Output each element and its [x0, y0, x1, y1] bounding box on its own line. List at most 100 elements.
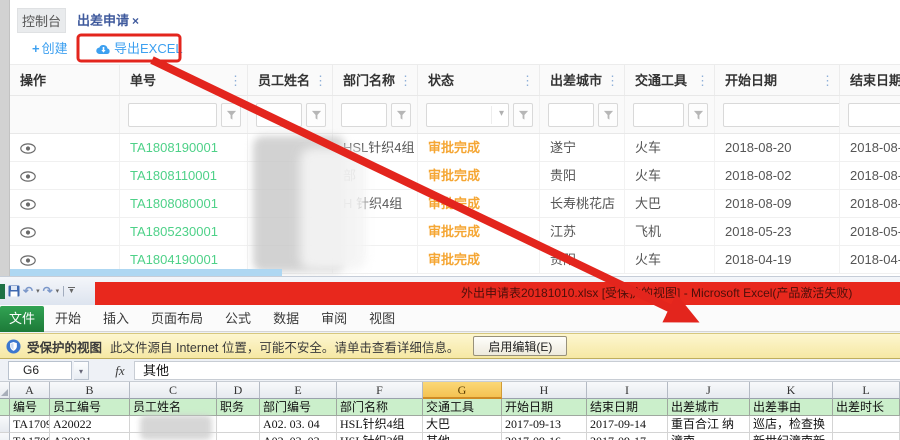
view-eye-icon[interactable] — [20, 143, 36, 154]
sheet-cell[interactable]: 潼南 — [668, 433, 750, 440]
sheet-cell[interactable]: 2017-09-13 — [502, 416, 587, 433]
filter-input-start[interactable] — [723, 103, 840, 127]
filter-input-order[interactable] — [128, 103, 217, 127]
sheet-cell[interactable]: 其他 — [423, 433, 502, 440]
sheet-cell[interactable]: HSL针织4组 — [337, 416, 423, 433]
sheet-header-cell[interactable]: 结束日期 — [587, 399, 668, 416]
column-letter-B[interactable]: B — [50, 382, 130, 399]
column-letter-A[interactable]: A — [10, 382, 50, 399]
sheet-cell[interactable]: HSL针织3组 — [337, 433, 423, 440]
sheet-header-cell[interactable]: 交通工具 — [423, 399, 502, 416]
sheet-header-cell[interactable]: 部门名称 — [337, 399, 423, 416]
filter-funnel-button[interactable] — [688, 103, 708, 127]
filter-funnel-button[interactable] — [391, 103, 411, 127]
ribbon-tab-页面布局[interactable]: 页面布局 — [140, 305, 214, 332]
sheet-cell[interactable]: 2017-09-17 — [587, 433, 668, 440]
filter-input-transport[interactable] — [633, 103, 684, 127]
sheet-cell[interactable] — [130, 416, 217, 433]
sheet-header-cell[interactable]: 开始日期 — [502, 399, 587, 416]
view-eye-icon[interactable] — [20, 199, 36, 210]
column-letter-G[interactable]: G — [423, 382, 502, 399]
sheet-cell[interactable]: 2017-09-16 — [502, 433, 587, 440]
undo-dropdown-icon[interactable]: ▾ — [36, 287, 40, 295]
sheet-header-cell[interactable]: 员工编号 — [50, 399, 130, 416]
column-menu-icon[interactable]: ⋮ — [521, 74, 534, 87]
sheet-cell[interactable]: A20022 — [50, 416, 130, 433]
ribbon-tab-公式[interactable]: 公式 — [214, 305, 262, 332]
filter-funnel-button[interactable] — [513, 103, 533, 127]
filter-funnel-button[interactable] — [598, 103, 618, 127]
column-letter-D[interactable]: D — [217, 382, 260, 399]
sheet-cell[interactable]: A20021 — [50, 433, 130, 440]
order-number-link[interactable]: TA1804190001 — [130, 252, 218, 267]
order-number-link[interactable]: TA1805230001 — [130, 224, 218, 239]
column-letter-H[interactable]: H — [502, 382, 587, 399]
formula-input[interactable]: 其他 — [134, 361, 900, 380]
sheet-header-cell[interactable]: 职务 — [217, 399, 260, 416]
ribbon-tab-开始[interactable]: 开始 — [44, 305, 92, 332]
order-number-link[interactable]: TA1808190001 — [130, 140, 218, 155]
filter-input-name[interactable] — [256, 103, 302, 127]
customize-qat-button[interactable]: ▼ — [68, 287, 75, 295]
column-letter-E[interactable]: E — [260, 382, 337, 399]
name-box-dropdown-icon[interactable]: ▾ — [74, 361, 89, 380]
column-letter-I[interactable]: I — [587, 382, 668, 399]
column-letter-C[interactable]: C — [130, 382, 217, 399]
ribbon-tab-file[interactable]: 文件 — [0, 306, 44, 332]
column-menu-icon[interactable]: ⋮ — [229, 74, 242, 87]
column-menu-icon[interactable]: ⋮ — [821, 74, 834, 87]
column-letter-L[interactable]: L — [833, 382, 900, 399]
view-eye-icon[interactable] — [20, 255, 36, 266]
sheet-cell[interactable] — [833, 416, 900, 433]
row-header[interactable] — [0, 433, 10, 440]
name-box[interactable]: G6 — [8, 361, 72, 380]
sheet-header-cell[interactable]: 出差城市 — [668, 399, 750, 416]
filter-funnel-button[interactable] — [221, 103, 241, 127]
sheet-cell[interactable]: 巡店，检查换 — [750, 416, 833, 433]
tab-close-icon[interactable]: × — [132, 14, 139, 28]
row-header[interactable] — [0, 399, 10, 416]
sheet-cell[interactable] — [217, 416, 260, 433]
sheet-cell[interactable]: 2017-09-14 — [587, 416, 668, 433]
enable-editing-button[interactable]: 启用编辑(E) — [473, 336, 567, 356]
sheet-header-cell[interactable]: 部门编号 — [260, 399, 337, 416]
sheet-cell[interactable]: A02. 03. 03 — [260, 433, 337, 440]
sheet-header-cell[interactable]: 编号 — [10, 399, 50, 416]
insert-function-icon[interactable]: fx — [108, 361, 132, 380]
column-menu-icon[interactable]: ⋮ — [606, 74, 619, 87]
view-eye-icon[interactable] — [20, 227, 36, 238]
sheet-header-cell[interactable]: 员工姓名 — [130, 399, 217, 416]
export-excel-button[interactable]: 导出EXCEL — [96, 33, 183, 64]
filter-select-status[interactable]: ▾ — [426, 103, 509, 127]
ribbon-tab-数据[interactable]: 数据 — [262, 305, 310, 332]
create-button[interactable]: +创建 — [32, 33, 68, 64]
row-header[interactable] — [0, 416, 10, 433]
sheet-cell[interactable]: 新世纪潼南新 — [750, 433, 833, 440]
tab-trip-request[interactable]: 出差申请× — [71, 8, 145, 33]
column-menu-icon[interactable]: ⋮ — [696, 74, 709, 87]
column-menu-icon[interactable]: ⋮ — [314, 74, 327, 87]
sheet-cell[interactable]: TA1709 — [10, 433, 50, 440]
sheet-cell[interactable]: 重百合江 纳 — [668, 416, 750, 433]
redo-button[interactable]: ↷ — [43, 281, 53, 301]
redo-dropdown-icon[interactable]: ▾ — [56, 287, 60, 295]
select-all-corner[interactable] — [0, 382, 10, 399]
filter-input-end[interactable] — [848, 103, 900, 127]
column-letter-F[interactable]: F — [337, 382, 423, 399]
order-number-link[interactable]: TA1808080001 — [130, 196, 218, 211]
column-letter-K[interactable]: K — [750, 382, 833, 399]
sheet-cell[interactable] — [217, 433, 260, 440]
save-icon[interactable] — [8, 285, 20, 297]
sheet-cell[interactable] — [833, 433, 900, 440]
filter-input-city[interactable] — [548, 103, 594, 127]
view-eye-icon[interactable] — [20, 171, 36, 182]
filter-funnel-button[interactable] — [306, 103, 326, 127]
ribbon-tab-插入[interactable]: 插入 — [92, 305, 140, 332]
ribbon-tab-审阅[interactable]: 审阅 — [310, 305, 358, 332]
column-letter-J[interactable]: J — [668, 382, 750, 399]
tab-console[interactable]: 控制台 — [17, 8, 66, 33]
sheet-header-cell[interactable]: 出差事由 — [750, 399, 833, 416]
ribbon-tab-视图[interactable]: 视图 — [358, 305, 406, 332]
sheet-cell[interactable]: TA1709 — [10, 416, 50, 433]
sheet-cell[interactable] — [130, 433, 217, 440]
